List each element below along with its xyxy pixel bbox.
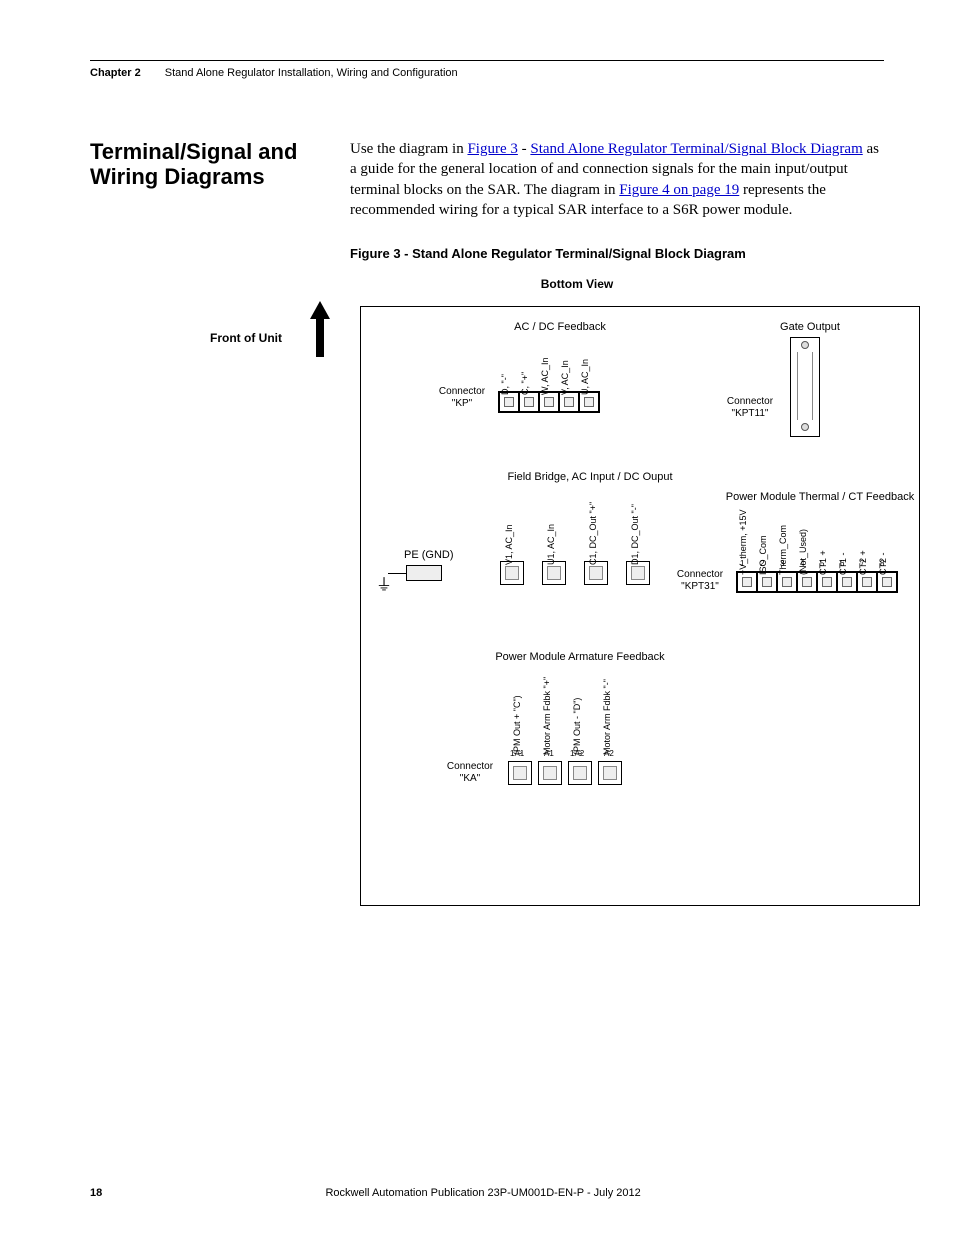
kpt31-num: 2 (760, 559, 764, 568)
diagram: Front of Unit AC / DC Feedback Connector… (180, 301, 940, 921)
connector-kpt11-label: Connector "KPT11" (720, 396, 780, 420)
ka-term-label: Motor Arm Fdbk "-" (602, 679, 612, 755)
figure4-link[interactable]: Figure 4 on page 19 (619, 182, 739, 198)
kp-term-label: D, "-" (500, 374, 510, 395)
kpt31-term-label: ISO_Com (758, 535, 768, 575)
ka-num: 1A2 (570, 749, 584, 758)
gate-output-title: Gate Output (760, 321, 860, 333)
pm-thermal-title: Power Module Thermal / CT Feedback (720, 491, 920, 503)
figure-caption: Figure 3 - Stand Alone Regulator Termina… (350, 246, 884, 261)
para-text: Use the diagram in (350, 141, 467, 157)
terminal (777, 572, 797, 592)
kpt31-num: 3 (780, 559, 784, 568)
publication-id: Rockwell Automation Publication 23P-UM00… (325, 1187, 640, 1199)
terminal (519, 392, 539, 412)
armature-title: Power Module Armature Feedback (470, 651, 690, 663)
terminal (797, 572, 817, 592)
screw-hole-icon (801, 423, 809, 431)
section-heading: Terminal/Signal and Wiring Diagrams (90, 139, 340, 190)
up-arrow-stem (316, 317, 324, 357)
ka-terminal (508, 761, 532, 785)
kpt31-term-label: (Not_Used) (798, 529, 808, 575)
front-of-unit-label: Front of Unit (210, 331, 282, 345)
kpt31-num: 8 (880, 559, 884, 568)
terminal (579, 392, 599, 412)
field-term-label: V1, AC_In (504, 524, 514, 565)
kp-term-label: V, AC_In (560, 360, 570, 395)
gate-body (797, 352, 813, 420)
kpt31-num: 7 (860, 559, 864, 568)
ka-terminal (598, 761, 622, 785)
terminal (757, 572, 777, 592)
ka-num: A1 (544, 749, 554, 758)
terminal (539, 392, 559, 412)
terminal (559, 392, 579, 412)
terminal (737, 572, 757, 592)
gate-connector (790, 337, 820, 437)
ka-term-label: (PM Out - "D") (572, 698, 582, 755)
screw-hole-icon (801, 341, 809, 349)
kpt31-num: 4 (800, 559, 804, 568)
connector-ka-label: Connector "KA" (440, 761, 500, 785)
pe-terminal (406, 565, 442, 581)
ka-term-label: Motor Arm Fdbk "+" (542, 677, 552, 755)
ka-num: A2 (604, 749, 614, 758)
terminal (499, 392, 519, 412)
bottom-view-label: Bottom View (270, 277, 884, 291)
kp-term-label: U, AC_In (580, 359, 590, 395)
figure3-link[interactable]: Figure 3 (467, 141, 517, 157)
figure3-title-link[interactable]: Stand Alone Regulator Terminal/Signal Bl… (530, 141, 862, 157)
kp-term-label: C, "+" (520, 372, 530, 395)
ka-num: 1A1 (510, 749, 524, 758)
terminal (877, 572, 897, 592)
terminal (817, 572, 837, 592)
field-bridge-title: Field Bridge, AC Input / DC Ouput (490, 471, 690, 483)
page-number: 18 (90, 1187, 102, 1199)
page-footer: 18 Rockwell Automation Publication 23P-U… (90, 1187, 884, 1199)
ka-terminal (538, 761, 562, 785)
para-text: - (518, 141, 531, 157)
kpt31-num: 6 (840, 559, 844, 568)
field-term-label: U1, AC_In (546, 524, 556, 565)
gnd-wire (388, 573, 406, 574)
connector-kp-label: Connector "KP" (432, 386, 492, 410)
kpt31-num: 1 (740, 559, 744, 568)
ka-term-label: (PM Out + "C") (512, 695, 522, 755)
field-term-label: C1, DC_Out "+" (588, 502, 598, 565)
body-paragraph: Use the diagram in Figure 3 - Stand Alon… (350, 139, 884, 220)
ground-icon: ⏚ (376, 571, 392, 595)
chapter-title: Stand Alone Regulator Installation, Wiri… (165, 67, 458, 79)
kp-term-label: W, AC_In (540, 357, 550, 395)
pe-gnd-label: PE (GND) (404, 549, 454, 561)
chapter-label: Chapter 2 (90, 67, 141, 79)
running-header: Chapter 2 Stand Alone Regulator Installa… (90, 60, 884, 79)
terminal (857, 572, 877, 592)
connector-kpt31-label: Connector "KPT31" (670, 569, 730, 593)
acdc-feedback-title: AC / DC Feedback (500, 321, 620, 333)
field-term-label: D1, DC_Out "-" (630, 504, 640, 565)
ka-terminal (568, 761, 592, 785)
kpt31-num: 5 (820, 559, 824, 568)
terminal (837, 572, 857, 592)
